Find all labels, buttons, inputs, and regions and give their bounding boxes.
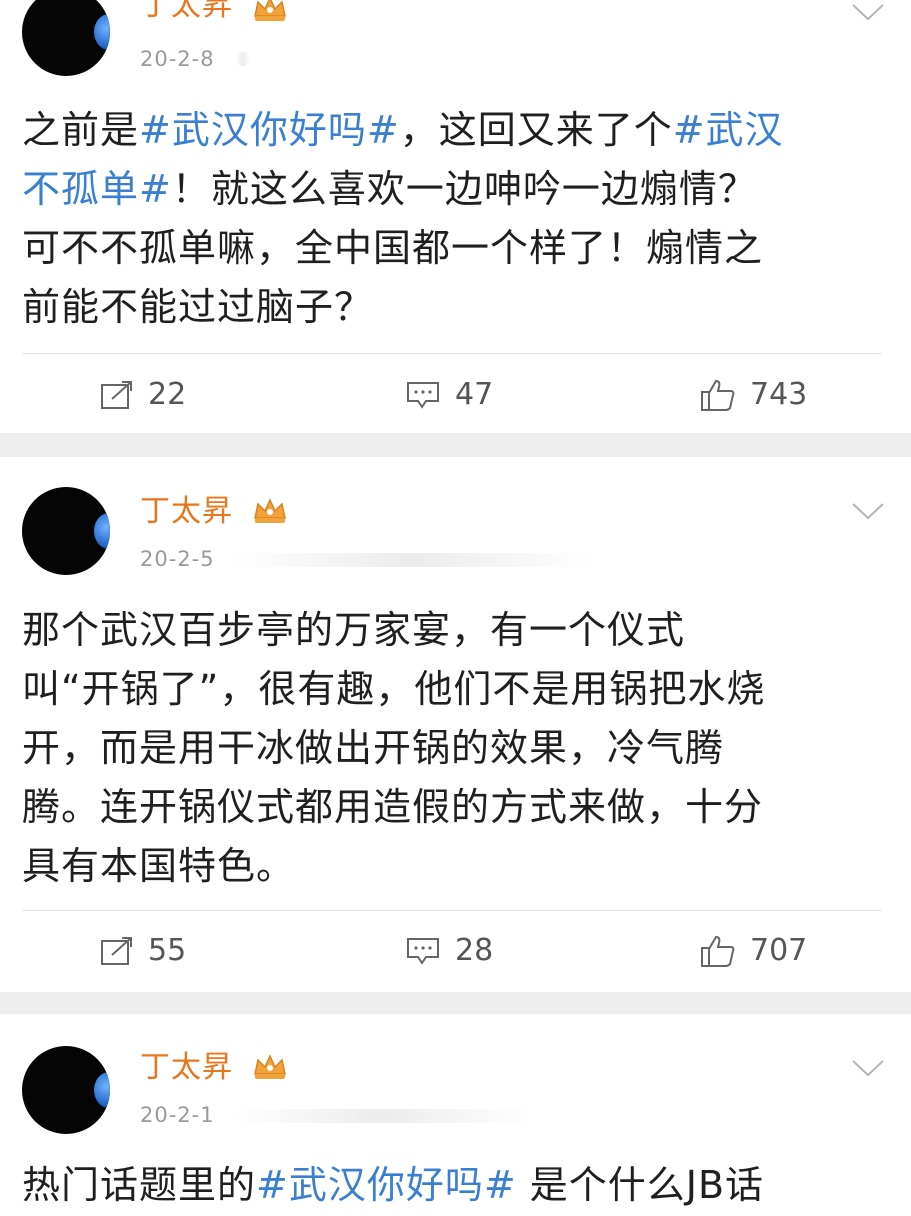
- repost-icon: [101, 381, 132, 409]
- vip-crown-icon: [254, 1054, 286, 1079]
- like-count: 707: [750, 933, 808, 968]
- content-text: 叫“开锅了”，很有趣，他们不是用锅把水烧: [22, 667, 766, 711]
- content-text: ，这回又来了个: [399, 108, 673, 152]
- hashtag-link[interactable]: #武汉你好吗#: [139, 108, 400, 152]
- content-line: 具有本国特色。: [22, 837, 882, 896]
- hashtag-link[interactable]: #武汉: [673, 108, 784, 152]
- post-card: 丁太昇 20-2-5 那个武汉百步亭的万家宴，有一个仪式 叫“开锅了”，很有趣，…: [0, 457, 911, 992]
- post-card: 丁太昇 20-2-1 热门话题里的#武汉你好吗# 是个什么JB话: [0, 1014, 911, 1216]
- repost-button[interactable]: 22: [100, 375, 186, 415]
- content-text: 具有本国特色。: [22, 844, 296, 888]
- post-content: 那个武汉百步亭的万家宴，有一个仪式 叫“开锅了”，很有趣，他们不是用锅把水烧 开…: [22, 601, 882, 896]
- hashtag-link[interactable]: 不孤单#: [22, 167, 172, 211]
- like-button[interactable]: 743: [700, 375, 807, 415]
- username[interactable]: 丁太昇: [140, 0, 233, 26]
- post-content: 之前是#武汉你好吗#，这回又来了个#武汉 不孤单#！就这么喜欢一边呻吟一边煽情？…: [22, 101, 882, 337]
- username[interactable]: 丁太昇: [140, 1048, 233, 1088]
- comment-icon: [407, 382, 439, 409]
- chevron-down-icon[interactable]: [851, 1058, 885, 1078]
- content-line: 可不不孤单嘛，全中国都一个样了！煽情之: [22, 219, 882, 278]
- chevron-down-icon[interactable]: [851, 501, 885, 521]
- comment-button[interactable]: 28: [405, 931, 493, 971]
- post-date: 20-2-8: [140, 47, 215, 71]
- feed-separator: [0, 992, 911, 1014]
- divider: [22, 353, 882, 354]
- post-card: 丁太昇 20-2-8 之前是#武汉你好吗#，这回又来了个#武汉 不孤单#！就这么…: [0, 0, 911, 433]
- post-content: 热门话题里的#武汉你好吗# 是个什么JB话: [22, 1156, 882, 1215]
- content-text: 之前是: [22, 108, 140, 152]
- content-text: 腾。连开锅仪式都用造假的方式来做，十分: [22, 785, 764, 829]
- username[interactable]: 丁太昇: [140, 492, 233, 532]
- vip-crown-icon: [254, 0, 286, 21]
- content-line: 叫“开锅了”，很有趣，他们不是用锅把水烧: [22, 660, 882, 719]
- chevron-down-icon[interactable]: [851, 2, 885, 22]
- comment-icon: [407, 938, 439, 965]
- repost-button[interactable]: 55: [100, 931, 186, 971]
- repost-count: 22: [148, 377, 187, 412]
- post-date: 20-2-1: [140, 1103, 215, 1127]
- content-text: 热门话题里的: [22, 1163, 257, 1207]
- content-text: 那个武汉百步亭的万家宴，有一个仪式: [22, 608, 686, 652]
- content-text: 开，而是用干冰做出开锅的效果，冷气腾: [22, 726, 725, 770]
- like-button[interactable]: 707: [700, 931, 807, 971]
- repost-icon: [101, 937, 132, 965]
- content-text: 是个什么JB话: [516, 1163, 765, 1207]
- content-line: 之前是#武汉你好吗#，这回又来了个#武汉: [22, 101, 882, 160]
- thumbs-up-icon: [701, 935, 735, 967]
- like-count: 743: [750, 377, 808, 412]
- post-date: 20-2-5: [140, 547, 215, 571]
- content-line: 热门话题里的#武汉你好吗# 是个什么JB话: [22, 1156, 882, 1215]
- content-text: 可不不孤单嘛，全中国都一个样了！煽情之: [22, 226, 764, 270]
- comment-count: 28: [455, 933, 494, 968]
- content-line: 那个武汉百步亭的万家宴，有一个仪式: [22, 601, 882, 660]
- vip-crown-icon: [254, 498, 286, 523]
- avatar[interactable]: [22, 1046, 110, 1134]
- feed-separator: [0, 433, 911, 457]
- comment-button[interactable]: 47: [405, 375, 493, 415]
- divider: [22, 910, 882, 911]
- avatar[interactable]: [22, 487, 110, 575]
- content-text: 前能不能过过脑子？: [22, 285, 374, 329]
- weibo-feed: 丁太昇 20-2-8 之前是#武汉你好吗#，这回又来了个#武汉 不孤单#！就这么…: [0, 0, 911, 1216]
- avatar[interactable]: [22, 0, 110, 76]
- content-line: 不孤单#！就这么喜欢一边呻吟一边煽情？: [22, 160, 882, 219]
- content-line: 腾。连开锅仪式都用造假的方式来做，十分: [22, 778, 882, 837]
- content-line: 前能不能过过脑子？: [22, 278, 882, 337]
- thumbs-up-icon: [701, 379, 735, 411]
- content-text: ！就这么喜欢一边呻吟一边煽情？: [171, 167, 757, 211]
- comment-count: 47: [455, 377, 494, 412]
- hashtag-link[interactable]: #武汉你好吗#: [256, 1163, 517, 1207]
- content-line: 开，而是用干冰做出开锅的效果，冷气腾: [22, 719, 882, 778]
- repost-count: 55: [148, 933, 187, 968]
